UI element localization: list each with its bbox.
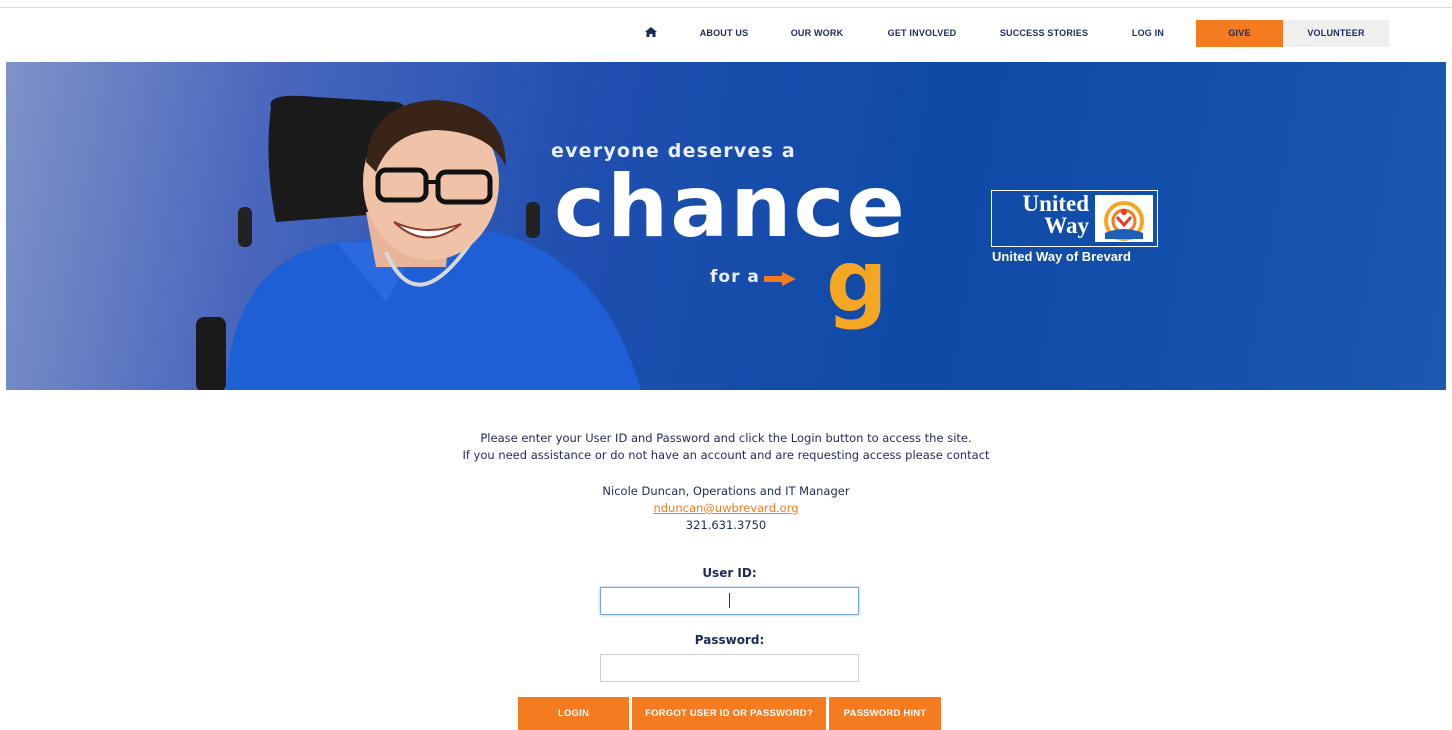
logo-line-way: Way [1044,213,1089,238]
give-button[interactable]: GIVE [1196,20,1283,47]
instructions-line-2: If you need assistance or do not have an… [462,448,990,462]
logo-line-united: United [1022,191,1089,216]
nav-success-stories[interactable]: SUCCESS STORIES [993,20,1095,47]
nav-about-us[interactable]: ABOUT US [693,20,755,47]
main-nav: ABOUT US OUR WORK GET INVOLVED SUCCESS S… [0,20,1452,47]
hero-banner: everyone deserves a chance for a g Unite… [6,62,1446,390]
united-way-logo: United Way [991,190,1158,247]
password-label: Password: [694,633,765,647]
contact-email-link[interactable]: nduncan@uwbrevard.org [653,501,798,515]
logo-subtitle: United Way of Brevard [992,249,1131,264]
home-icon [645,27,657,37]
nav-our-work[interactable]: OUR WORK [784,20,850,47]
top-divider [0,7,1452,8]
contact-phone: 321.631.3750 [685,518,767,532]
password-input[interactable] [600,654,859,682]
nav-log-in[interactable]: LOG IN [1124,20,1172,47]
login-instructions: Please enter your User ID and Password a… [0,430,1452,464]
nav-home[interactable] [640,20,662,47]
forgot-credentials-button[interactable]: FORGOT USER ID OR PASSWORD? [632,697,826,730]
contact-name: Nicole Duncan, Operations and IT Manager [602,484,850,498]
text-caret [729,593,730,608]
user-id-label: User ID: [702,566,757,580]
login-button[interactable]: LOGIN [518,697,629,730]
nav-get-involved[interactable]: GET INVOLVED [880,20,964,47]
united-way-emblem-icon [1095,195,1153,242]
volunteer-button[interactable]: VOLUNTEER [1283,20,1389,47]
tagline-for-a: for a [710,267,760,287]
password-hint-button[interactable]: PASSWORD HINT [829,697,941,730]
contact-block: Nicole Duncan, Operations and IT Manager… [0,483,1452,534]
arrow-icon [764,272,796,286]
tagline-g: g [826,232,888,332]
instructions-line-1: Please enter your User ID and Password a… [480,431,972,445]
